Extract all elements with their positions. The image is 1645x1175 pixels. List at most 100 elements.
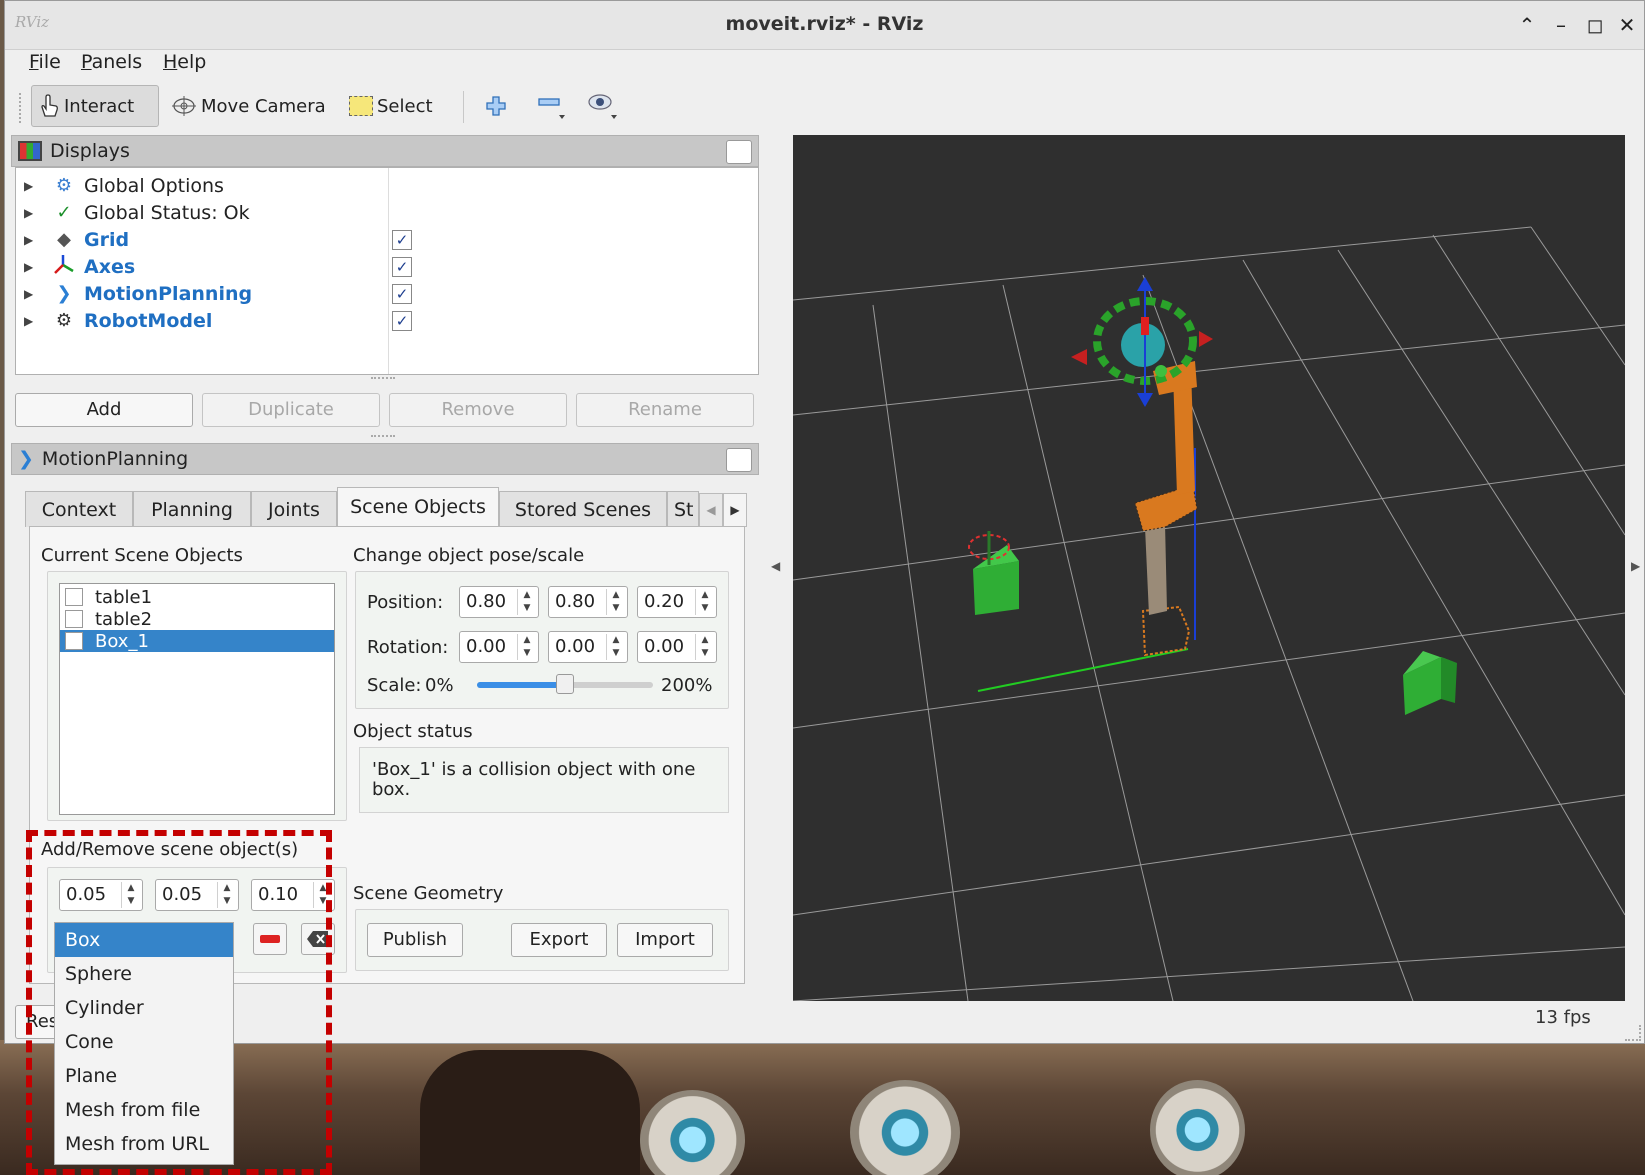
grid-icon: ◆ xyxy=(57,229,71,250)
display-enabled-checkbox[interactable]: ✓ xyxy=(392,310,412,331)
expand-arrow-icon[interactable]: ▶ xyxy=(24,287,33,301)
maximize-icon[interactable]: ◻ xyxy=(1581,11,1609,39)
menu-file-label: File xyxy=(29,51,61,73)
expand-arrow-icon[interactable]: ▶ xyxy=(24,206,33,220)
view-options-button[interactable] xyxy=(581,85,625,127)
position-y-spinbox[interactable]: 0.80 ▲ ▼ xyxy=(548,586,628,618)
display-label: Grid xyxy=(84,228,130,251)
scale-slider-handle[interactable] xyxy=(556,674,574,694)
duplicate-display-button[interactable]: Duplicate xyxy=(202,393,380,427)
menu-file[interactable]: File xyxy=(25,51,65,73)
display-enabled-checkbox[interactable]: ✓ xyxy=(392,283,412,304)
window-resize-grip[interactable] xyxy=(1625,1025,1641,1041)
box-object-right xyxy=(1403,651,1457,715)
rotation-y-spinbox[interactable]: 0.00 ▲ ▼ xyxy=(548,631,628,663)
expand-arrow-icon[interactable]: ▶ xyxy=(24,314,33,328)
list-item[interactable]: table1 xyxy=(60,586,334,608)
tab-planning[interactable]: Planning xyxy=(133,491,251,527)
close-icon[interactable]: ✕ xyxy=(1613,11,1641,39)
robot-wallpaper-head xyxy=(420,1050,640,1175)
expand-arrow-icon[interactable]: ▶ xyxy=(24,179,33,193)
collapse-icon[interactable]: ⌃ xyxy=(1513,11,1541,39)
spin-value: 0.00 xyxy=(466,636,507,657)
rotation-z-spinbox[interactable]: 0.00 ▲ ▼ xyxy=(637,631,717,663)
displays-resize-handle[interactable] xyxy=(371,377,395,382)
display-enabled-checkbox[interactable]: ✓ xyxy=(392,256,412,277)
displays-float-toggle[interactable] xyxy=(726,140,752,164)
expand-arrow-icon[interactable]: ▶ xyxy=(24,233,33,247)
object-checkbox[interactable] xyxy=(65,632,83,650)
collapse-left-icon[interactable]: ◀ xyxy=(771,559,780,573)
spin-value: 0.80 xyxy=(555,591,596,612)
displays-panel-header: Displays xyxy=(11,135,759,167)
display-row-grid[interactable]: ▶ ◆ Grid ✓ xyxy=(16,226,758,253)
menu-help[interactable]: Help xyxy=(159,51,210,73)
spin-arrows-icon[interactable]: ▲ ▼ xyxy=(695,634,714,660)
list-item[interactable]: table2 xyxy=(60,608,334,630)
robot-wallpaper-eye xyxy=(1150,1080,1245,1175)
spin-arrows-icon[interactable]: ▲ ▼ xyxy=(606,634,625,660)
import-button[interactable]: Import xyxy=(617,923,713,957)
tab-scroll-right-icon[interactable]: ▶ xyxy=(723,493,747,527)
spin-arrows-icon[interactable]: ▲ ▼ xyxy=(695,589,714,615)
object-status-label: Object status xyxy=(353,721,473,742)
tab-scroll-left-icon[interactable]: ◀ xyxy=(699,493,723,527)
select-rect-icon xyxy=(349,96,373,116)
box-object-small xyxy=(968,531,1019,615)
display-row-robot-model[interactable]: ▶ ⚙ RobotModel ✓ xyxy=(16,307,758,334)
tab-scene-objects[interactable]: Scene Objects xyxy=(337,487,499,528)
scene-geometry-label: Scene Geometry xyxy=(353,883,504,904)
move-camera-tool-button[interactable]: Move Camera xyxy=(165,85,332,127)
remove-display-button[interactable]: Remove xyxy=(389,393,567,427)
add-tool-button[interactable] xyxy=(479,85,513,127)
publish-button[interactable]: Publish xyxy=(367,923,463,957)
export-button[interactable]: Export xyxy=(511,923,607,957)
tab-status-truncated[interactable]: St xyxy=(667,491,699,527)
menu-panels[interactable]: Panels xyxy=(77,51,146,73)
object-name: table2 xyxy=(95,608,153,630)
tab-context[interactable]: Context xyxy=(25,491,133,527)
tab-stored-scenes[interactable]: Stored Scenes xyxy=(499,491,667,527)
eye-icon xyxy=(588,94,617,119)
position-z-spinbox[interactable]: 0.20 ▲ ▼ xyxy=(637,586,717,618)
rename-display-button[interactable]: Rename xyxy=(576,393,754,427)
tab-joints[interactable]: Joints xyxy=(251,491,337,527)
object-name: Box_1 xyxy=(95,630,149,652)
spin-arrows-icon[interactable]: ▲ ▼ xyxy=(606,589,625,615)
display-enabled-checkbox[interactable]: ✓ xyxy=(392,229,412,250)
scene-objects-list[interactable]: table1 table2 Box_1 xyxy=(59,583,335,815)
spin-arrows-icon[interactable]: ▲ ▼ xyxy=(517,589,536,615)
robot-model-icon: ⚙ xyxy=(55,310,73,331)
add-display-button[interactable]: Add xyxy=(15,393,193,427)
spin-arrows-icon[interactable]: ▲ ▼ xyxy=(517,634,536,660)
display-row-axes[interactable]: ▶ Axes ✓ xyxy=(16,253,758,280)
x-axis-line xyxy=(977,648,1189,692)
display-label: Global Options xyxy=(84,174,224,197)
remove-tool-button[interactable] xyxy=(531,85,573,127)
motion-planning-float-toggle[interactable] xyxy=(726,448,752,472)
select-tool-button[interactable]: Select xyxy=(343,85,439,127)
collapse-right-icon[interactable]: ▶ xyxy=(1631,559,1640,573)
display-row-global-status[interactable]: ▶ ✓ Global Status: Ok xyxy=(16,199,758,226)
list-item[interactable]: Box_1 xyxy=(60,630,334,652)
display-row-global-options[interactable]: ▶ ⚙ Global Options xyxy=(16,172,758,199)
interact-tool-button[interactable]: Interact xyxy=(31,85,159,127)
scale-min-label: 0% xyxy=(425,675,454,696)
title-bar[interactable]: RViz moveit.rviz* - RViz ⌃ – ◻ ✕ xyxy=(5,1,1644,50)
object-checkbox[interactable] xyxy=(65,588,83,606)
minimize-icon[interactable]: – xyxy=(1547,11,1575,39)
minus-icon xyxy=(538,98,565,119)
render-viewport[interactable] xyxy=(793,135,1625,1001)
rotation-x-spinbox[interactable]: 0.00 ▲ ▼ xyxy=(459,631,539,663)
change-pose-label: Change object pose/scale xyxy=(353,545,585,566)
monitor-icon xyxy=(18,141,42,161)
object-checkbox[interactable] xyxy=(65,610,83,628)
expand-arrow-icon[interactable]: ▶ xyxy=(24,260,33,274)
gear-icon: ⚙ xyxy=(55,175,73,196)
display-row-motion-planning[interactable]: ▶ ❯ MotionPlanning ✓ xyxy=(16,280,758,307)
toolbar-grip xyxy=(19,93,25,123)
select-label: Select xyxy=(377,95,433,117)
spin-value: 0.00 xyxy=(644,636,685,657)
position-x-spinbox[interactable]: 0.80 ▲ ▼ xyxy=(459,586,539,618)
panel-resize-handle[interactable] xyxy=(371,435,395,440)
